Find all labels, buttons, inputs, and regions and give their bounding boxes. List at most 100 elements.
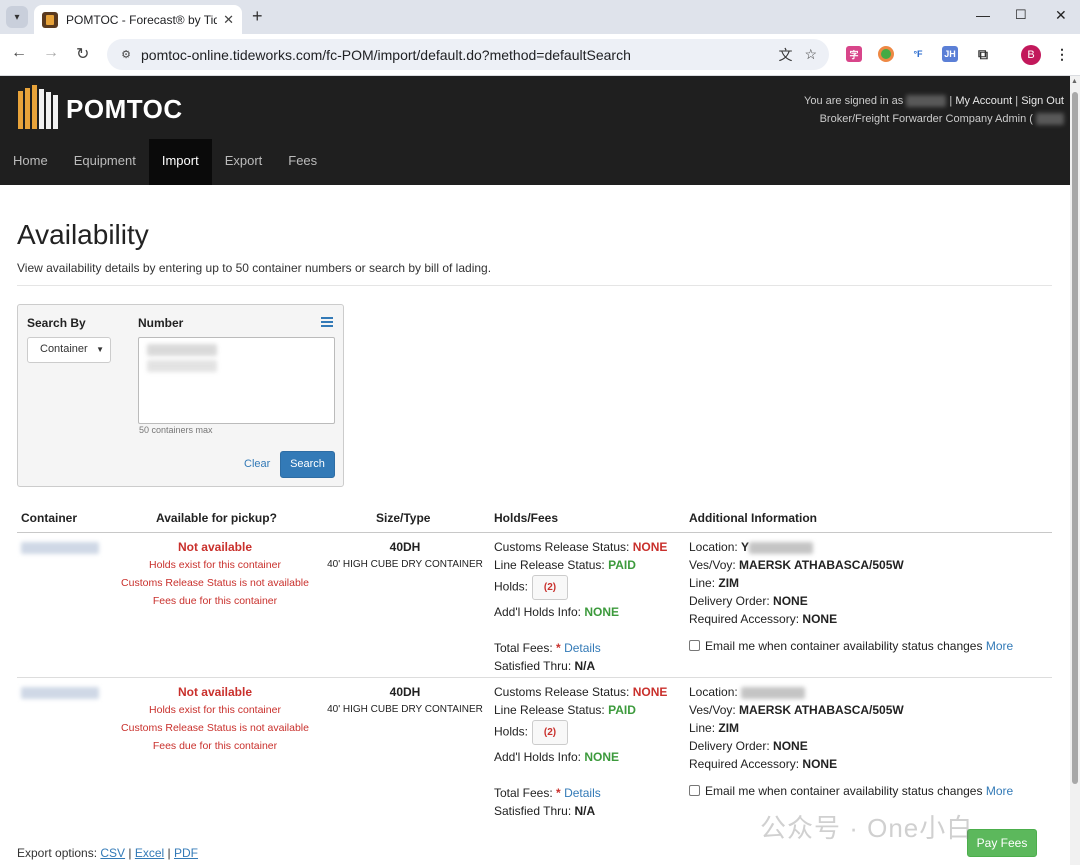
export-pdf-link[interactable]: PDF: [174, 846, 198, 860]
back-icon[interactable]: ←: [11, 44, 27, 62]
export-label: Export options:: [17, 846, 98, 860]
scrollbar-thumb[interactable]: [1072, 92, 1078, 784]
container-number-textarea[interactable]: [138, 337, 335, 424]
pay-fees-button[interactable]: Pay Fees: [967, 829, 1037, 857]
additional-info-cell: Location: Y Ves/Voy: MAERSK ATHABASCA/50…: [689, 538, 1049, 655]
search-button[interactable]: Search: [280, 451, 335, 478]
line-label: Line:: [689, 576, 716, 590]
availability-note: Customs Release Status is not available: [121, 577, 309, 589]
more-link[interactable]: More: [986, 639, 1013, 653]
address-bar[interactable]: ⚙ pomtoc-online.tideworks.com/fc-POM/imp…: [107, 39, 829, 70]
containers-max-hint: 50 containers max: [139, 425, 213, 435]
holds-button[interactable]: (2): [532, 575, 569, 600]
holds-label: Holds:: [494, 579, 529, 594]
minimize-icon[interactable]: —: [976, 7, 990, 23]
clear-button[interactable]: Clear: [244, 458, 270, 470]
extension-icon[interactable]: °F: [910, 46, 926, 62]
availability-status: Not available: [177, 685, 253, 699]
satisfied-label: Satisfied Thru:: [494, 804, 572, 818]
page-description: View availability details by entering up…: [17, 261, 492, 275]
delivery-order-value: NONE: [773, 739, 808, 753]
site-header: POMTOC You are signed in as | My Account…: [0, 76, 1070, 185]
customs-value: NONE: [632, 540, 668, 554]
holds-fees-cell: Customs Release Status: NONE Line Releas…: [494, 538, 684, 675]
nav-equipment[interactable]: Equipment: [61, 139, 149, 185]
site-info-icon[interactable]: ⚙: [117, 46, 135, 64]
forward-icon[interactable]: →: [43, 44, 59, 62]
window-close-icon[interactable]: ✕: [1055, 7, 1067, 24]
line-value: ZIM: [718, 576, 740, 590]
search-by-label: Search By: [27, 316, 86, 330]
nav-export[interactable]: Export: [212, 139, 276, 185]
export-csv-link[interactable]: CSV: [100, 846, 125, 860]
my-account-link[interactable]: My Account: [955, 95, 1012, 107]
favicon-icon: [42, 11, 58, 28]
line-release-label: Line Release Status:: [494, 558, 605, 572]
line-label: Line:: [689, 721, 716, 735]
export-excel-link[interactable]: Excel: [135, 846, 164, 860]
puzzle-icon[interactable]: ⧉: [975, 46, 991, 62]
nav-fees[interactable]: Fees: [275, 139, 330, 185]
watermark: 公众号 · One小白: [760, 813, 974, 843]
customs-label: Customs Release Status:: [494, 685, 630, 699]
accessory-label: Required Accessory:: [689, 612, 800, 626]
holds-label: Holds:: [494, 724, 529, 739]
fees-details-link[interactable]: Details: [564, 641, 601, 655]
nav-import[interactable]: Import: [148, 139, 212, 185]
delivery-order-value: NONE: [773, 594, 808, 608]
redacted-container-number: [147, 343, 217, 356]
kebab-menu-icon[interactable]: ⋮: [1054, 46, 1070, 62]
vesvoy-label: Ves/Voy:: [689, 558, 736, 572]
url-text[interactable]: pomtoc-online.tideworks.com/fc-POM/impor…: [141, 47, 778, 63]
accessory-value: NONE: [802, 612, 838, 626]
redacted-container-id[interactable]: [21, 687, 99, 699]
profile-avatar[interactable]: B: [1021, 45, 1041, 65]
translate-icon[interactable]: 文: [778, 45, 792, 65]
reload-icon[interactable]: ↻: [76, 44, 89, 64]
scroll-up-icon[interactable]: ▲: [1071, 78, 1078, 85]
customs-value: NONE: [632, 685, 668, 699]
more-link[interactable]: More: [986, 784, 1013, 798]
availability-cell: Not available Holds exist for this conta…: [115, 538, 315, 610]
maximize-icon[interactable]: ☐: [1015, 7, 1027, 23]
browser-tabstrip: ▾ POMTOC - Forecast® by Tid ✕ + — ☐ ✕: [0, 0, 1080, 34]
size-type-cell: 40DH 40' HIGH CUBE DRY CONTAINER: [317, 683, 493, 719]
addl-holds-label: Add'l Holds Info:: [494, 750, 582, 764]
extension-icon[interactable]: 字: [846, 46, 862, 62]
line-value: ZIM: [718, 721, 740, 735]
redacted-location: [749, 541, 814, 554]
new-tab-icon[interactable]: +: [252, 6, 263, 27]
list-icon[interactable]: [321, 317, 333, 327]
email-notify-checkbox[interactable]: [689, 640, 700, 652]
sign-out-link[interactable]: Sign Out: [1021, 95, 1064, 107]
browser-toolbar: ← → ↻ ⚙ pomtoc-online.tideworks.com/fc-P…: [0, 34, 1080, 76]
satisfied-value: N/A: [574, 659, 596, 673]
tab-close-icon[interactable]: ✕: [223, 12, 234, 28]
pomtoc-logo-icon[interactable]: [18, 85, 58, 129]
extension-icon[interactable]: [878, 46, 894, 62]
search-by-select[interactable]: Container ▼: [27, 337, 111, 363]
browser-tab[interactable]: POMTOC - Forecast® by Tid ✕: [34, 5, 242, 34]
logo-text[interactable]: POMTOC: [66, 94, 183, 125]
satisfied-label: Satisfied Thru:: [494, 659, 572, 673]
availability-note: Fees due for this container: [152, 740, 278, 752]
table-row: Not available Holds exist for this conta…: [17, 679, 1052, 824]
line-release-value: PAID: [608, 558, 636, 572]
delivery-order-label: Delivery Order:: [689, 739, 770, 753]
star-icon[interactable]: ☆: [804, 46, 817, 63]
email-notify-checkbox[interactable]: [689, 785, 700, 797]
extension-icon[interactable]: JH: [942, 46, 958, 62]
customs-label: Customs Release Status:: [494, 540, 630, 554]
size-description: 40' HIGH CUBE DRY CONTAINER: [327, 559, 483, 570]
fees-details-link[interactable]: Details: [564, 786, 601, 800]
location-label: Location:: [689, 685, 738, 699]
holds-button[interactable]: (2): [532, 720, 569, 745]
main-nav: Home Equipment Import Export Fees: [0, 139, 330, 185]
search-panel: Search By Container ▼ Number 50 containe…: [17, 304, 344, 487]
nav-home[interactable]: Home: [0, 139, 61, 185]
chevron-down-icon: ▼: [96, 345, 104, 354]
redacted-container-number: [147, 360, 217, 372]
tab-search-icon[interactable]: ▾: [6, 6, 28, 28]
page-title: Availability: [17, 219, 149, 250]
redacted-container-id[interactable]: [21, 542, 99, 554]
